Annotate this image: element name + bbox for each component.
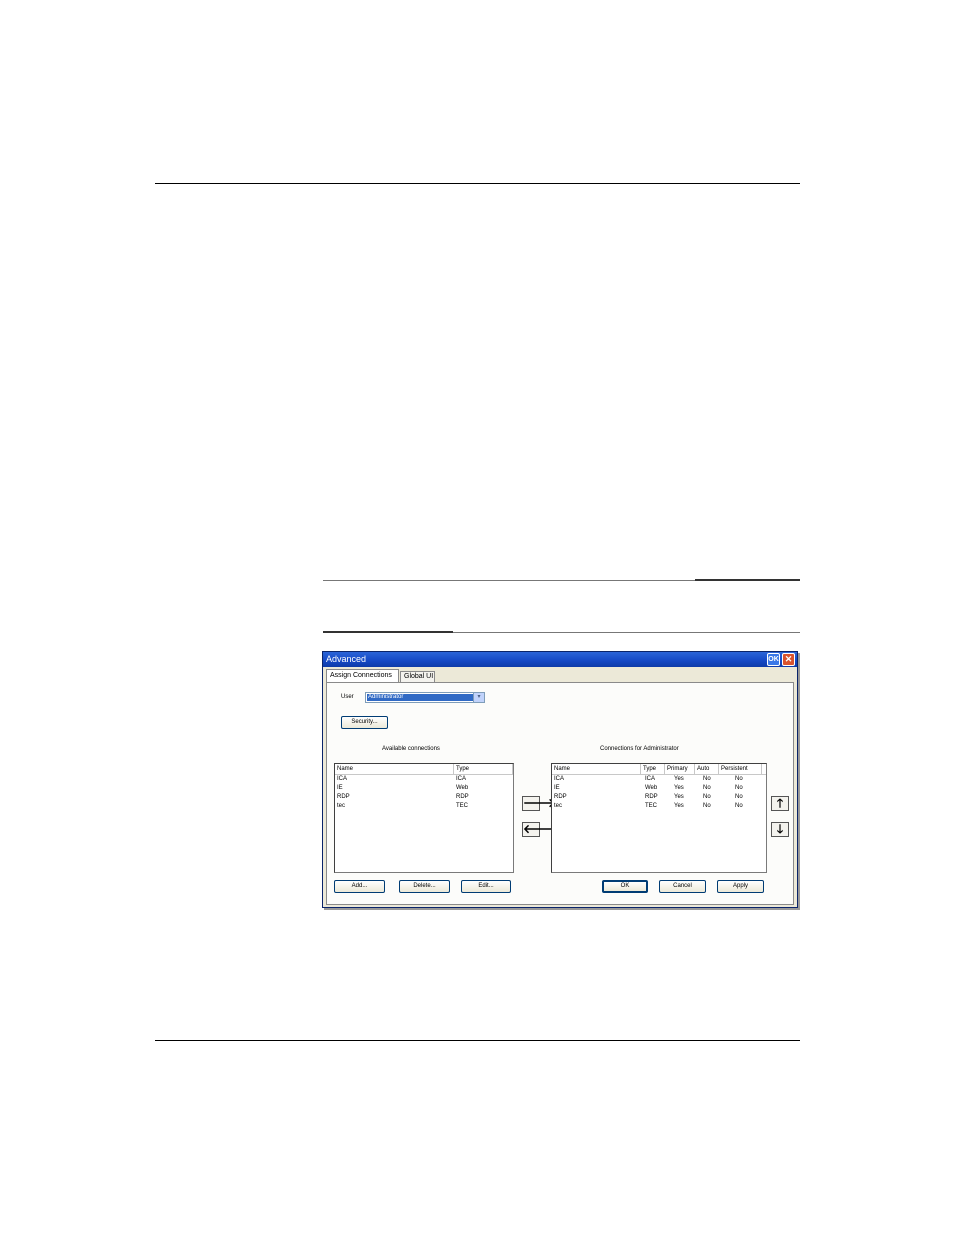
column-header-auto[interactable]: Auto — [695, 764, 719, 774]
cell-type: TEC — [645, 803, 657, 809]
cell-name: tec — [554, 803, 563, 809]
advanced-dialog: Advanced OK ✕ Assign Connections Global … — [322, 651, 798, 908]
column-header-primary[interactable]: Primary — [665, 764, 695, 774]
list-header: Name Type — [335, 764, 513, 775]
list-item[interactable]: tec TEC Yes No No — [552, 802, 766, 811]
cell-primary: Yes — [674, 794, 684, 800]
dialog-title: Advanced — [326, 654, 367, 664]
list-item[interactable]: tec TEC — [335, 802, 513, 811]
cell-type: ICA — [456, 776, 467, 782]
delete-button[interactable]: Delete... — [399, 880, 450, 893]
arrow-left-icon[interactable]: 🡐 — [522, 822, 555, 837]
list-item[interactable]: IE Web Yes No No — [552, 784, 766, 793]
cell-name: ICA — [554, 776, 565, 782]
close-icon[interactable]: ✕ — [782, 653, 795, 666]
cell-name: tec — [337, 803, 346, 809]
apply-button[interactable]: Apply — [717, 880, 764, 893]
cell-persistent: No — [735, 794, 743, 800]
cell-name: RDP — [337, 794, 350, 800]
cell-primary: Yes — [674, 785, 684, 791]
cell-auto: No — [703, 785, 711, 791]
column-header-name[interactable]: Name — [552, 764, 641, 774]
cell-type: TEC — [456, 803, 468, 809]
assign-connections-panel: User Administrator ▾ Security... Availab… — [326, 682, 794, 905]
cell-type: ICA — [645, 776, 656, 782]
cell-persistent: No — [735, 785, 743, 791]
cell-persistent: No — [735, 803, 743, 809]
list-item[interactable]: IE Web — [335, 784, 513, 793]
note-top-rule-accent — [695, 579, 800, 581]
cell-auto: No — [703, 776, 711, 782]
note-bottom-rule-accent — [323, 631, 453, 633]
user-dropdown[interactable]: Administrator ▾ — [365, 692, 485, 703]
title-bar[interactable]: Advanced OK ✕ — [323, 652, 797, 667]
cell-type: Web — [645, 785, 658, 791]
arrow-down-icon[interactable]: 🡓 — [771, 822, 789, 837]
cell-primary: Yes — [674, 776, 684, 782]
edit-button[interactable]: Edit... — [461, 880, 511, 893]
user-dropdown-value: Administrator — [367, 694, 473, 701]
list-item[interactable]: ICA ICA — [335, 775, 513, 784]
cell-name: ICA — [337, 776, 348, 782]
page-bottom-rule — [155, 1040, 800, 1041]
cell-primary: Yes — [674, 803, 684, 809]
titlebar-ok-button[interactable]: OK — [767, 653, 780, 666]
security-button[interactable]: Security... — [341, 716, 388, 729]
cell-name: IE — [337, 785, 343, 791]
assigned-connections-list[interactable]: Name Type Primary Auto Persistent ICA IC… — [551, 763, 767, 873]
available-connections-caption: Available connections — [382, 746, 440, 752]
cell-auto: No — [703, 794, 711, 800]
arrow-up-icon[interactable]: 🡑 — [771, 796, 789, 811]
list-header: Name Type Primary Auto Persistent — [552, 764, 766, 775]
column-header-type[interactable]: Type — [641, 764, 665, 774]
list-item[interactable]: RDP RDP Yes No No — [552, 793, 766, 802]
ok-button[interactable]: OK — [602, 880, 648, 893]
cell-name: IE — [554, 785, 560, 791]
cell-name: RDP — [554, 794, 567, 800]
cell-persistent: No — [735, 776, 743, 782]
column-header-persistent[interactable]: Persistent — [719, 764, 762, 774]
chevron-down-icon[interactable]: ▾ — [473, 693, 484, 702]
user-label: User — [341, 694, 354, 700]
list-item[interactable]: ICA ICA Yes No No — [552, 775, 766, 784]
cell-type: Web — [456, 785, 469, 791]
cell-type: RDP — [645, 794, 658, 800]
cell-auto: No — [703, 803, 711, 809]
cancel-button[interactable]: Cancel — [659, 880, 706, 893]
assigned-connections-caption: Connections for Administrator — [600, 746, 679, 752]
list-item[interactable]: RDP RDP — [335, 793, 513, 802]
column-header-name[interactable]: Name — [335, 764, 454, 774]
page-top-rule — [155, 183, 800, 184]
arrow-right-icon[interactable]: 🡒 — [522, 796, 555, 811]
column-header-type[interactable]: Type — [454, 764, 513, 774]
add-button[interactable]: Add... — [334, 880, 385, 893]
available-connections-list[interactable]: Name Type ICA ICA IE Web RDP RDP tec TEC — [334, 763, 514, 873]
cell-type: RDP — [456, 794, 469, 800]
